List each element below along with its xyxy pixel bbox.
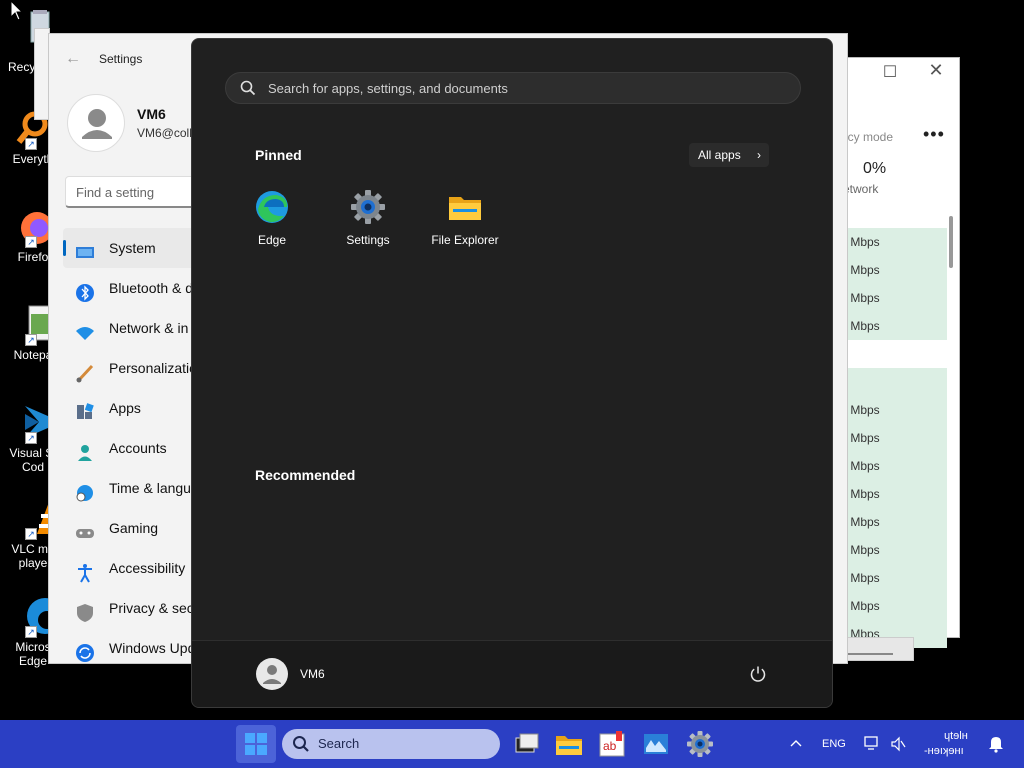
taskbar-search-label: Search: [318, 736, 360, 751]
sidebar-item-label: Personalizatio: [109, 360, 197, 376]
task-view-icon[interactable]: [510, 728, 542, 760]
folder-icon: [449, 197, 481, 220]
all-apps-label: All apps: [698, 148, 741, 162]
network-value: ) Mbps: [843, 319, 880, 333]
sidebar-item-label: Windows Upd: [109, 640, 196, 656]
sidebar-item-label: Accounts: [109, 440, 167, 456]
desktop-icon-label: Recy: [8, 60, 36, 74]
pinned-app-file-explorer[interactable]: File Explorer: [417, 189, 513, 247]
network-percent: 0%: [863, 160, 887, 177]
avatar: [263, 665, 281, 684]
back-arrow-icon[interactable]: ←: [65, 50, 81, 68]
mouse-cursor-icon: [10, 0, 24, 21]
notepad-icon: ↗: [11, 304, 58, 346]
network-value: ) Mbps: [843, 571, 880, 585]
close-button[interactable]: ✕: [921, 60, 951, 81]
bluetooth-icon: [75, 278, 95, 302]
edge-icon: ↗: [11, 596, 63, 638]
search-icon: [240, 80, 256, 96]
pinned-app-label: Edge: [257, 233, 287, 247]
sidebar-item-label: System: [109, 240, 156, 256]
pinned-title: Pinned: [255, 147, 302, 163]
sidebar-item-label: Apps: [109, 400, 141, 416]
maximize-button[interactable]: ☐: [875, 62, 905, 82]
vlc-icon: ↗: [11, 498, 61, 540]
vscode-icon: ↗: [11, 402, 57, 444]
pinned-app-edge[interactable]: Edge: [224, 189, 320, 247]
user-name: VM6: [300, 667, 325, 681]
user-account-button[interactable]: [256, 658, 288, 690]
network-value: ) Mbps: [843, 487, 880, 501]
scrollbar[interactable]: [949, 216, 953, 268]
taskbar: Search ab ENG ɥtɘlʜ -ʜɘıʞɘʜı: [0, 720, 1024, 768]
user-name: VM6: [137, 106, 166, 122]
firefox-icon: ↗: [11, 206, 53, 248]
window-title: Settings: [99, 52, 143, 66]
pinned-app-label: File Explorer: [431, 233, 499, 247]
text-editor-icon[interactable]: ab: [596, 728, 628, 760]
person-icon: [75, 438, 95, 461]
taskbar-search[interactable]: Search: [282, 729, 500, 759]
search-icon: [293, 736, 309, 752]
shield-icon: [75, 598, 95, 622]
clock-date[interactable]: -ʜɘıʞɘʜı: [924, 745, 964, 757]
network-value: ) Mbps: [843, 291, 880, 305]
network-value: ) Mbps: [843, 543, 880, 557]
chevron-up-icon[interactable]: [790, 738, 802, 748]
network-value: ) Mbps: [843, 599, 880, 613]
globe-clock-icon: [75, 478, 95, 502]
start-search-box[interactable]: [225, 72, 801, 104]
more-options-button[interactable]: •••: [923, 124, 945, 145]
pinned-app-settings[interactable]: Settings: [320, 189, 416, 247]
sidebar-item-label: Network & in: [109, 320, 189, 336]
start-footer: VM6: [192, 640, 832, 707]
network-value: ) Mbps: [843, 403, 880, 417]
chevron-right-icon: ›: [757, 148, 761, 162]
network-value: ) Mbps: [843, 515, 880, 529]
language-indicator[interactable]: ENG: [822, 738, 846, 750]
pinned-app-label: Settings: [346, 233, 390, 247]
recommended-title: Recommended: [255, 467, 356, 483]
volume-muted-icon[interactable]: [890, 736, 906, 752]
wifi-icon: [75, 318, 95, 340]
sidebar-item-label: Bluetooth & d: [109, 280, 194, 296]
monitor-icon: [75, 238, 95, 258]
brush-icon: [75, 358, 95, 383]
network-value: ) Mbps: [843, 235, 880, 249]
file-explorer-icon[interactable]: [553, 728, 585, 760]
svg-text:ab: ab: [603, 739, 617, 753]
gamepad-icon: [75, 518, 95, 538]
network-value: ) Mbps: [843, 263, 880, 277]
settings-gear-icon[interactable]: [684, 728, 716, 760]
edge-icon: [256, 191, 288, 223]
clock-time[interactable]: ɥtɘlʜ: [944, 730, 968, 742]
network-status-icon[interactable]: [864, 735, 880, 751]
start-button[interactable]: [236, 725, 276, 763]
accessibility-icon: [75, 558, 95, 583]
start-menu: Pinned All apps › Edge Settings File Exp…: [191, 38, 833, 708]
gear-icon: [351, 190, 385, 224]
store-icon[interactable]: [640, 728, 672, 760]
user-email: VM6@coll: [137, 126, 192, 140]
sidebar-item-label: Accessibility: [109, 560, 186, 576]
avatar[interactable]: [67, 94, 125, 152]
network-value: ) Mbps: [843, 431, 880, 445]
windows-logo-icon: [245, 733, 267, 755]
sidebar-item-label: Gaming: [109, 520, 159, 536]
update-icon: [75, 638, 95, 662]
start-search-input[interactable]: [268, 73, 788, 103]
sidebar-item-label: Privacy & secu: [109, 600, 202, 616]
sidebar-item-label: Time & langu: [109, 480, 191, 496]
network-label: etwork: [843, 182, 879, 196]
all-apps-button[interactable]: All apps ›: [689, 143, 769, 167]
notification-bell-icon[interactable]: [988, 735, 1004, 753]
network-value: ) Mbps: [843, 459, 880, 473]
apps-icon: [75, 398, 95, 419]
power-icon[interactable]: [749, 665, 767, 683]
efficiency-mode-label[interactable]: ncy mode: [841, 130, 893, 144]
